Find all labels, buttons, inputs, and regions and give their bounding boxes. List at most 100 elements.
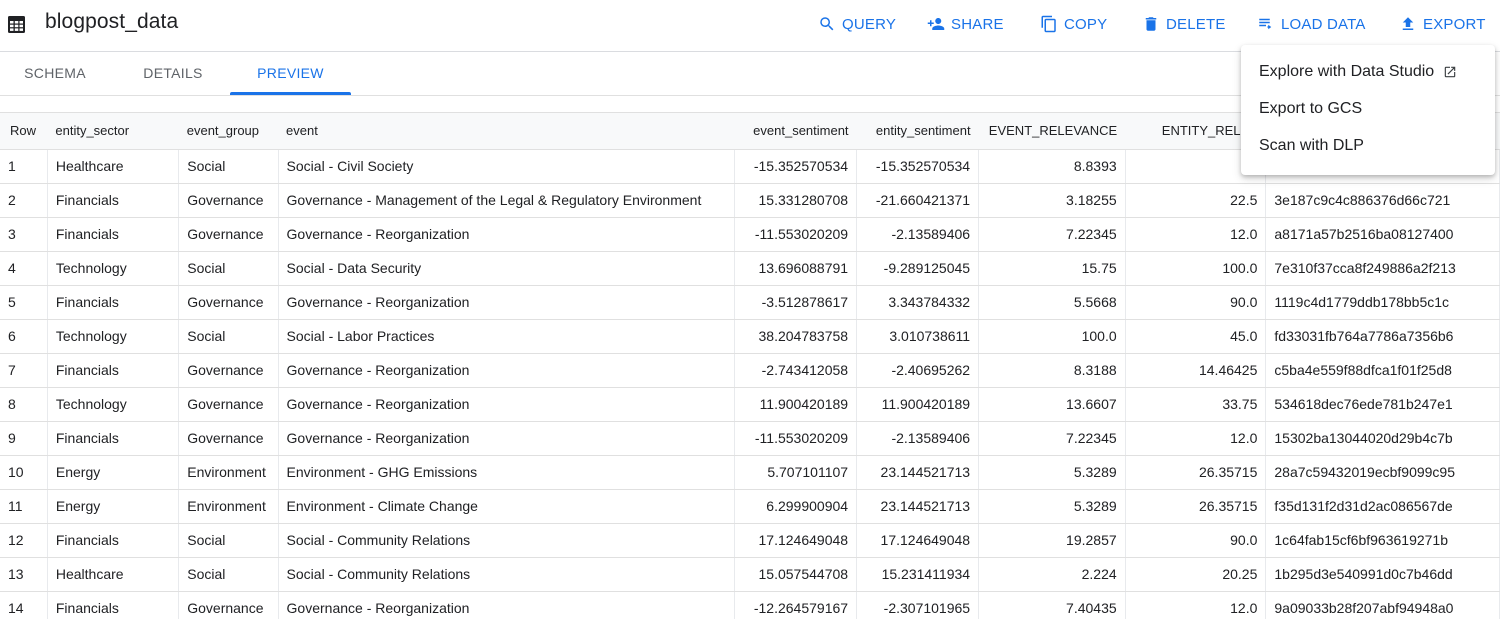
cell-event-sentiment: 11.900420189 — [734, 387, 858, 422]
cell-entity-sentiment: 17.124649048 — [856, 523, 980, 558]
cell-event-relevance: 5.3289 — [978, 489, 1126, 524]
cell-row-number: 10 — [0, 455, 48, 490]
menu-item-label: Export to GCS — [1259, 100, 1363, 117]
cell-row-number: 6 — [0, 319, 48, 354]
export-button[interactable]: EXPORT — [1399, 12, 1486, 36]
cell-hash: 7e310f37cca8f249886a2f213 — [1265, 251, 1500, 286]
column-header-event-group[interactable]: event_group — [178, 113, 279, 150]
cell-event-group: Social — [178, 523, 279, 558]
load-data-button[interactable]: LOAD DATA — [1257, 12, 1366, 36]
cell-event-sentiment: 15.057544708 — [734, 557, 858, 592]
cell-hash: c5ba4e559f88dfca1f01f25d8 — [1265, 353, 1500, 388]
cell-event-sentiment: -11.553020209 — [734, 217, 858, 252]
cell-event-relevance: 7.22345 — [978, 217, 1126, 252]
cell-event-group: Social — [178, 149, 279, 184]
column-header-row-number[interactable]: Row — [0, 113, 48, 150]
cell-event-group: Social — [178, 557, 279, 592]
menu-item-label: Explore with Data Studio — [1259, 63, 1435, 80]
menu-item-scan-dlp[interactable]: Scan with DLP — [1241, 127, 1495, 164]
cell-event: Social - Civil Society — [278, 149, 736, 184]
cell-event-relevance: 3.18255 — [978, 183, 1126, 218]
cell-event-group: Social — [178, 319, 279, 354]
menu-item-label: Scan with DLP — [1259, 137, 1364, 154]
cell-row-number: 3 — [0, 217, 48, 252]
cell-entity-sector: Technology — [47, 387, 180, 422]
load-data-label: LOAD DATA — [1281, 15, 1366, 33]
cell-entity-sector: Financials — [47, 183, 180, 218]
column-header-entity-sector[interactable]: entity_sector — [47, 113, 179, 150]
cell-entity-sentiment: -2.13589406 — [856, 217, 980, 252]
cell-event-relevance: 7.22345 — [978, 421, 1126, 456]
cell-event-sentiment: 13.696088791 — [734, 251, 858, 286]
cell-event-sentiment: -2.743412058 — [734, 353, 858, 388]
cell-event-sentiment: 5.707101107 — [734, 455, 858, 490]
cell-entity-sector: Financials — [47, 353, 180, 388]
cell-entity-sentiment: 23.144521713 — [856, 455, 980, 490]
load-data-icon — [1259, 18, 1272, 30]
cell-event-sentiment: 38.204783758 — [734, 319, 858, 354]
query-button[interactable]: QUERY — [818, 12, 896, 36]
cell-row-number: 13 — [0, 557, 48, 592]
cell-entity-sector: Financials — [47, 421, 180, 456]
tab-preview[interactable]: PREVIEW — [230, 52, 351, 95]
cell-hash: 28a7c59432019ecbf9099c95 — [1265, 455, 1500, 490]
cell-entity-sentiment: -2.13589406 — [856, 421, 980, 456]
cell-event-group: Governance — [178, 387, 279, 422]
cell-event: Governance - Reorganization — [278, 217, 736, 252]
cell-row-number: 4 — [0, 251, 48, 286]
copy-button[interactable]: COPY — [1040, 12, 1107, 36]
share-label: SHARE — [951, 15, 1004, 33]
cell-entity-sentiment: 23.144521713 — [856, 489, 980, 524]
cell-event-sentiment: -12.264579167 — [734, 591, 858, 619]
cell-event-sentiment: -3.512878617 — [734, 285, 858, 320]
cell-entity-sector: Financials — [47, 285, 180, 320]
cell-row-number: 1 — [0, 149, 48, 184]
cell-event: Environment - Climate Change — [278, 489, 736, 524]
cell-entity-sentiment: -2.40695262 — [856, 353, 980, 388]
cell-entity-sentiment: 3.010738611 — [856, 319, 980, 354]
menu-item-explore-data-studio[interactable]: Explore with Data Studio — [1241, 53, 1495, 90]
cell-event-group: Social — [178, 251, 279, 286]
export-menu: Explore with Data Studio Export to GCS S… — [1241, 45, 1495, 175]
cell-hash: f35d131f2d31d2ac086567de — [1265, 489, 1500, 524]
column-header-event[interactable]: event — [278, 113, 735, 150]
cell-entity-relevance: 90.0 — [1125, 523, 1267, 558]
cell-entity-relevance: 20.25 — [1125, 557, 1267, 592]
delete-label: DELETE — [1166, 15, 1226, 33]
cell-row-number: 5 — [0, 285, 48, 320]
column-header-event-sentiment[interactable]: event_sentiment — [734, 113, 857, 150]
tab-schema[interactable]: SCHEMA — [10, 52, 100, 95]
table-row: 11 Energy Environment Environment - Climate… — [0, 489, 1500, 524]
cell-entity-relevance: 26.35715 — [1125, 455, 1267, 490]
column-header-entity-sentiment[interactable]: entity_sentiment — [856, 113, 979, 150]
cell-entity-sentiment: -2.307101965 — [856, 591, 980, 619]
delete-button[interactable]: DELETE — [1142, 12, 1226, 36]
table-row: 4 Technology Social Social - Data Security 1… — [0, 251, 1500, 286]
person-add-icon — [927, 18, 945, 30]
cell-row-number: 14 — [0, 591, 48, 619]
cell-event: Governance - Reorganization — [278, 285, 736, 320]
cell-event-relevance: 2.224 — [978, 557, 1126, 592]
cell-entity-sector: Financials — [47, 523, 180, 558]
share-button[interactable]: SHARE — [927, 12, 1004, 36]
cell-hash: 15302ba13044020d29b4c7b — [1265, 421, 1500, 456]
cell-event-relevance: 100.0 — [978, 319, 1126, 354]
menu-item-export-gcs[interactable]: Export to GCS — [1241, 90, 1495, 127]
cell-event-sentiment: -15.352570534 — [734, 149, 858, 184]
table-row: 9 Financials Governance Governance - Reorga… — [0, 421, 1500, 456]
table-icon — [8, 16, 25, 33]
cell-hash: a8171a57b2516ba08127400 — [1265, 217, 1500, 252]
cell-entity-relevance: 26.35715 — [1125, 489, 1267, 524]
cell-entity-sector: Financials — [47, 217, 180, 252]
cell-hash: fd33031fb764a7786a7356b6 — [1265, 319, 1500, 354]
cell-event-group: Governance — [178, 285, 279, 320]
cell-entity-relevance: 100.0 — [1125, 251, 1267, 286]
column-header-event-relevance[interactable]: EVENT_RELEVANCE — [978, 113, 1126, 150]
tab-details[interactable]: DETAILS — [128, 52, 218, 95]
preview-table: Row entity_sector event_group event event_se… — [0, 113, 1500, 619]
cell-event: Environment - GHG Emissions — [278, 455, 736, 490]
copy-label: COPY — [1064, 15, 1108, 33]
cell-event: Social - Community Relations — [278, 557, 736, 592]
cell-event-relevance: 15.75 — [978, 251, 1126, 286]
cell-event-relevance: 8.8393 — [978, 149, 1126, 184]
